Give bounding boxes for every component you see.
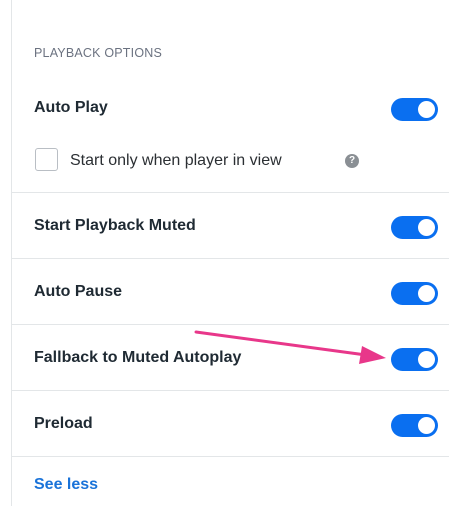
fallback-muted-autoplay-label: Fallback to Muted Autoplay xyxy=(34,349,242,366)
start-only-in-view-checkbox[interactable] xyxy=(35,148,58,171)
toggle-knob xyxy=(418,351,435,368)
auto-pause-label: Auto Pause xyxy=(34,283,123,300)
divider xyxy=(12,390,449,391)
see-less-link[interactable]: See less xyxy=(34,476,98,494)
divider xyxy=(12,456,449,457)
divider xyxy=(12,324,449,325)
start-only-in-view-label: Start only when player in view xyxy=(70,152,282,169)
toggle-knob xyxy=(418,219,435,236)
auto-play-label: Auto Play xyxy=(34,99,108,116)
start-playback-muted-toggle[interactable] xyxy=(391,216,438,239)
auto-pause-toggle[interactable] xyxy=(391,282,438,305)
auto-play-toggle[interactable] xyxy=(391,98,438,121)
preload-toggle[interactable] xyxy=(391,414,438,437)
toggle-knob xyxy=(418,417,435,434)
playback-options-panel: PLAYBACK OPTIONS Auto Play Start only wh… xyxy=(11,0,449,506)
preload-label: Preload xyxy=(34,415,93,432)
divider xyxy=(12,192,449,193)
toggle-knob xyxy=(418,285,435,302)
section-title: PLAYBACK OPTIONS xyxy=(34,46,163,60)
toggle-knob xyxy=(418,101,435,118)
divider xyxy=(12,258,449,259)
help-icon[interactable]: ? xyxy=(345,154,359,168)
start-playback-muted-label: Start Playback Muted xyxy=(34,217,196,234)
fallback-muted-autoplay-toggle[interactable] xyxy=(391,348,438,371)
